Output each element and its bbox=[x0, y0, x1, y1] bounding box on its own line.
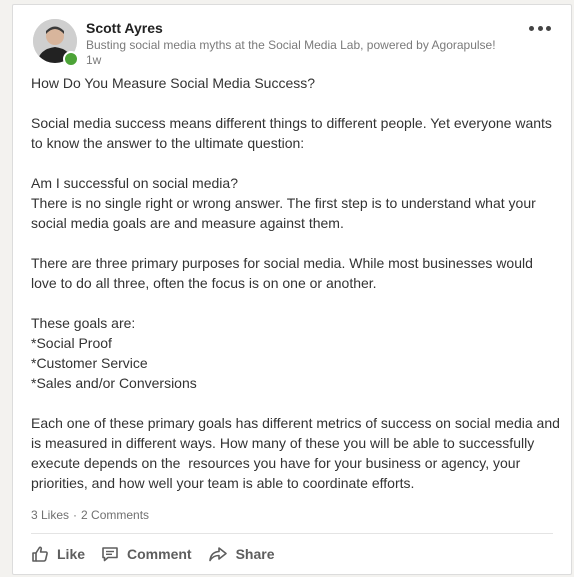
more-options-icon[interactable] bbox=[529, 24, 551, 32]
post-body-text: How Do You Measure Social Media Success?… bbox=[31, 75, 560, 491]
author-name[interactable]: Scott Ayres bbox=[86, 20, 163, 36]
thumbs-up-icon bbox=[32, 546, 48, 562]
post-actions-bar: Like Comment Share bbox=[31, 541, 291, 567]
divider bbox=[31, 533, 553, 534]
comment-icon bbox=[102, 547, 118, 562]
share-button[interactable]: Share bbox=[208, 545, 275, 563]
post-header: Scott Ayres Busting social media myths a… bbox=[13, 5, 571, 75]
more-dot bbox=[529, 25, 534, 31]
more-dot bbox=[537, 25, 543, 31]
more-dot bbox=[546, 25, 551, 31]
share-label: Share bbox=[235, 546, 275, 562]
share-arrow-icon bbox=[208, 547, 227, 562]
comment-button[interactable]: Comment bbox=[101, 545, 192, 563]
post-timestamp: 1w bbox=[86, 53, 102, 67]
like-label: Like bbox=[57, 546, 86, 562]
author-headline: Busting social media myths at the Social… bbox=[86, 38, 496, 52]
like-button[interactable]: Like bbox=[31, 545, 85, 563]
comments-count[interactable]: 2 Comments bbox=[81, 508, 149, 522]
social-counts: 3 Likes · 2 Comments bbox=[31, 508, 149, 522]
comment-label: Comment bbox=[127, 546, 192, 562]
post-card: Scott Ayres Busting social media myths a… bbox=[12, 4, 572, 575]
online-status-indicator bbox=[63, 51, 79, 67]
counts-separator: · bbox=[73, 508, 78, 522]
likes-count[interactable]: 3 Likes bbox=[31, 508, 69, 522]
